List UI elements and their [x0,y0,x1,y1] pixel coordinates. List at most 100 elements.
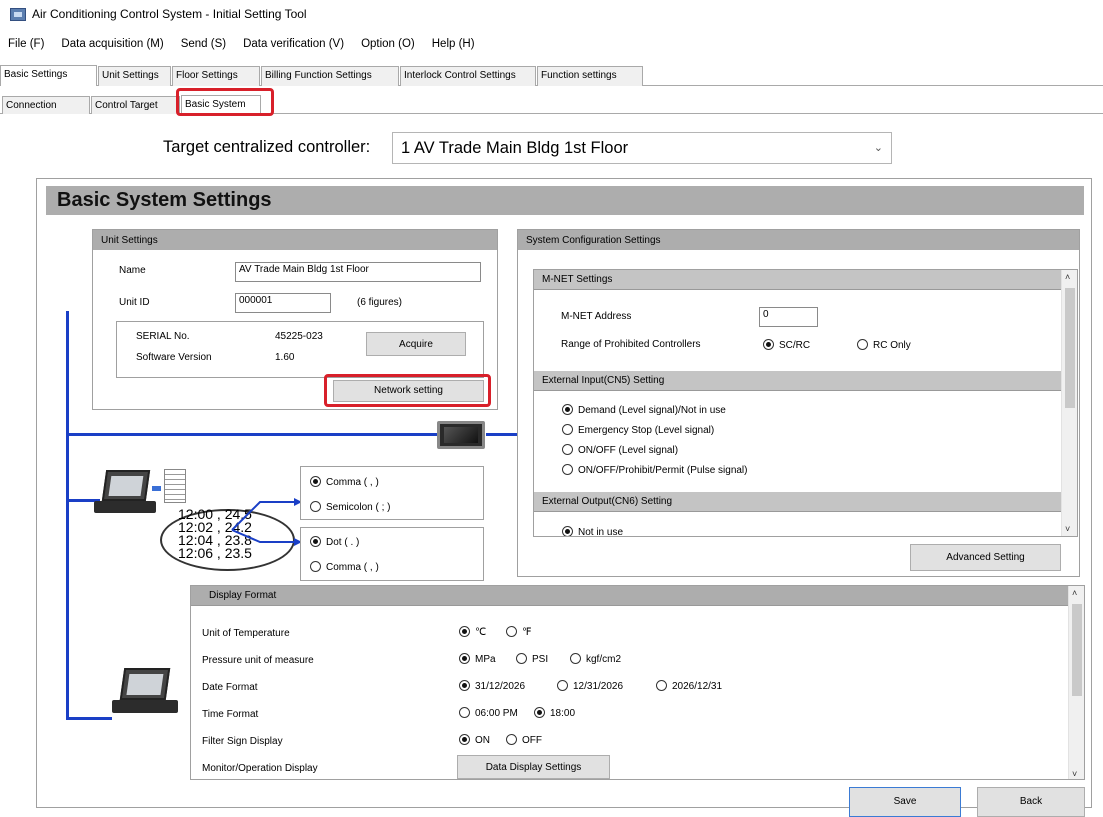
pressure-mpa-option[interactable]: MPa [459,653,496,665]
mnet-address-field[interactable]: 0 [759,307,818,327]
mnet-settings-title: M-NET Settings [534,270,1062,290]
separator-semicolon-option[interactable]: Semicolon ( ; ) [310,501,390,513]
highlight-network-setting [324,374,491,407]
scroll-up-icon[interactable]: ˄ [1072,588,1077,598]
menu-data-verification[interactable]: Data verification (V) [243,38,344,50]
monitor-display-label: Monitor/Operation Display [202,763,318,774]
target-controller-value: 1 AV Trade Main Bldg 1st Floor [401,139,629,157]
decimal-comma-option[interactable]: Comma ( , ) [310,561,379,573]
system-config-title: System Configuration Settings [518,230,1079,250]
tab-floor-settings[interactable]: Floor Settings [172,66,260,86]
menu-bar: File (F) Data acquisition (M) Send (S) D… [0,30,492,58]
radio-icon[interactable] [310,561,321,572]
date-mdy-option[interactable]: 12/31/2026 [557,680,623,692]
version-value: 1.60 [275,352,295,363]
scroll-thumb[interactable] [1065,288,1075,408]
radio-icon[interactable] [857,339,868,350]
sub-tab-strip: Connection Control Target Basic System [0,92,1103,115]
radio-icon[interactable] [557,680,568,691]
radio-icon[interactable] [310,501,321,512]
menu-file[interactable]: File (F) [8,38,44,50]
system-config-scroll-area[interactable]: M-NET Settings M-NET Address 0 Range of … [533,269,1078,537]
radio-selected-icon[interactable] [763,339,774,350]
chevron-down-icon[interactable]: ⌄ [874,141,883,154]
cn5-onoff-option[interactable]: ON/OFF (Level signal) [562,444,678,456]
title-bar: Air Conditioning Control System - Initia… [0,0,1103,28]
radio-icon[interactable] [656,680,667,691]
tab-unit-settings[interactable]: Unit Settings [98,66,171,86]
radio-icon[interactable] [459,707,470,718]
tab-control-target[interactable]: Control Target [91,96,180,114]
menu-data-acquisition[interactable]: Data acquisition (M) [61,38,163,50]
separator-group: Comma ( , ) Semicolon ( ; ) [300,466,484,520]
range-prohibited-label: Range of Prohibited Controllers [561,339,701,350]
scroll-thumb[interactable] [1072,604,1082,696]
radio-selected-icon[interactable] [534,707,545,718]
separator-comma-option[interactable]: Comma ( , ) [310,476,379,488]
cn5-pulse-option[interactable]: ON/OFF/Prohibit/Permit (Pulse signal) [562,464,748,476]
tab-basic-settings[interactable]: Basic Settings [0,65,97,86]
system-config-scrollbar[interactable]: ˄ ˅ [1061,270,1077,536]
radio-selected-icon[interactable] [459,680,470,691]
pressure-kgf-option[interactable]: kgf/cm2 [570,653,621,665]
tab-function-settings[interactable]: Function settings [537,66,643,86]
serial-group: SERIAL No. 45225-023 Software Version 1.… [116,321,484,378]
back-button[interactable]: Back [977,787,1085,817]
data-display-settings-button[interactable]: Data Display Settings [457,755,610,779]
network-branch-line [66,433,437,436]
display-format-scrollbar[interactable]: ˄ ˅ [1068,586,1084,779]
scroll-up-icon[interactable]: ˄ [1065,272,1070,282]
scroll-down-icon[interactable]: ˅ [1072,769,1077,779]
decimal-dot-option[interactable]: Dot ( . ) [310,536,359,548]
radio-selected-icon[interactable] [459,734,470,745]
temperature-fahrenheit-option[interactable]: ℉ [506,626,532,638]
radio-icon[interactable] [506,734,517,745]
decimal-group: Dot ( . ) Comma ( , ) [300,527,484,581]
cn5-demand-option[interactable]: Demand (Level signal)/Not in use [562,404,726,416]
serial-label: SERIAL No. [136,331,190,342]
range-scrc-option[interactable]: SC/RC [763,339,810,351]
acquire-button[interactable]: Acquire [366,332,466,356]
radio-selected-icon[interactable] [562,526,573,536]
cn6-not-in-use-option[interactable]: Not in use [562,526,623,536]
cn5-emergency-option[interactable]: Emergency Stop (Level signal) [562,424,714,436]
target-controller-select[interactable]: 1 AV Trade Main Bldg 1st Floor ⌄ [392,132,892,164]
time-format-label: Time Format [202,709,259,720]
laptop-icon [112,668,182,718]
date-dmy-option[interactable]: 31/12/2026 [459,680,525,692]
radio-icon[interactable] [562,464,573,475]
advanced-setting-button[interactable]: Advanced Setting [910,544,1061,571]
date-ymd-option[interactable]: 2026/12/31 [656,680,722,692]
unit-settings-title: Unit Settings [93,230,497,250]
range-rconly-option[interactable]: RC Only [857,339,911,351]
unit-id-label: Unit ID [119,297,150,308]
radio-icon[interactable] [506,626,517,637]
radio-icon[interactable] [562,424,573,435]
time-24h-option[interactable]: 18:00 [534,707,575,719]
radio-icon[interactable] [516,653,527,664]
menu-help[interactable]: Help (H) [432,38,475,50]
menu-option[interactable]: Option (O) [361,38,415,50]
radio-selected-icon[interactable] [310,536,321,547]
tab-interlock-control-settings[interactable]: Interlock Control Settings [400,66,536,86]
radio-selected-icon[interactable] [562,404,573,415]
menu-send[interactable]: Send (S) [181,38,226,50]
name-field[interactable]: AV Trade Main Bldg 1st Floor [235,262,481,282]
unit-id-field[interactable]: 000001 [235,293,331,313]
temperature-celsius-option[interactable]: ℃ [459,626,486,638]
filter-off-option[interactable]: OFF [506,734,542,746]
radio-icon[interactable] [562,444,573,455]
tab-connection[interactable]: Connection [2,96,90,114]
tab-billing-function-settings[interactable]: Billing Function Settings [261,66,399,86]
radio-icon[interactable] [570,653,581,664]
time-12h-option[interactable]: 06:00 PM [459,707,518,719]
radio-selected-icon[interactable] [459,653,470,664]
save-button[interactable]: Save [849,787,961,817]
pressure-psi-option[interactable]: PSI [516,653,548,665]
radio-selected-icon[interactable] [310,476,321,487]
filter-on-option[interactable]: ON [459,734,490,746]
display-format-title: Display Format [191,586,1068,606]
scroll-down-icon[interactable]: ˅ [1065,524,1070,534]
highlight-basic-system-tab [176,88,274,116]
radio-selected-icon[interactable] [459,626,470,637]
